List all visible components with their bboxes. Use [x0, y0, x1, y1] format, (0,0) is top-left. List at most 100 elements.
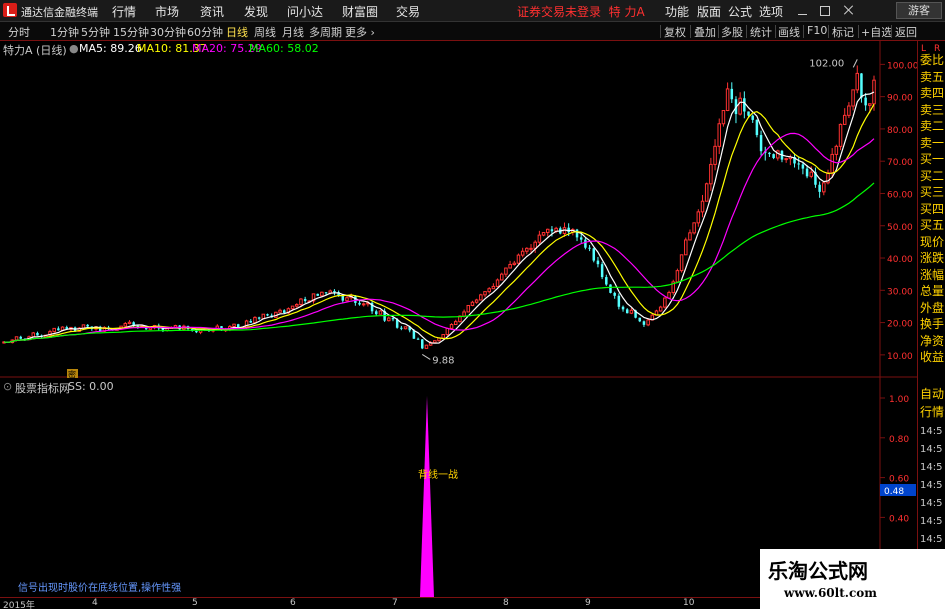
date-label: 2015年 — [3, 601, 35, 609]
side-item-0[interactable]: 委比 — [920, 51, 944, 68]
candle-body — [433, 340, 437, 344]
watermark-url: www.60lt.com — [784, 586, 877, 600]
tool-overlay[interactable]: 叠加 — [694, 24, 716, 40]
candle-body — [855, 72, 860, 91]
period-weekly[interactable]: 周线 — [254, 24, 276, 40]
period-daily[interactable]: 日线 — [226, 24, 248, 40]
menu-item-trade[interactable]: 交易 — [396, 3, 420, 20]
candle-body — [617, 295, 621, 307]
tool-statistics[interactable]: 统计 — [750, 24, 772, 40]
tool-fuquan[interactable]: 复权 — [664, 24, 686, 40]
menu-bar: 通达信金融终端 行情 市场 资讯 发现 问小达 财富圈 交易 证券交易未登录 特… — [0, 0, 945, 22]
menu-layout[interactable]: 版面 — [697, 3, 721, 20]
side-auto[interactable]: 自动 — [920, 385, 944, 402]
side-item-13[interactable]: 涨幅 — [920, 266, 944, 283]
candle-body — [675, 270, 680, 283]
menu-item-wealth-circle[interactable]: 财富圈 — [342, 3, 378, 20]
candle-body — [747, 111, 750, 116]
side-item-14[interactable]: 总量 — [920, 282, 944, 299]
candle-body — [375, 311, 378, 315]
candle-body — [550, 229, 554, 232]
candle-body — [730, 88, 734, 100]
candle-body — [613, 292, 616, 296]
candle-body — [600, 264, 604, 278]
side-item-8[interactable]: 买三 — [920, 183, 944, 200]
side-item-6[interactable]: 买一 — [920, 150, 944, 167]
period-15min[interactable]: 15分钟 — [113, 24, 149, 40]
period-multi[interactable]: 多周期 — [309, 24, 342, 40]
candle-body — [838, 123, 843, 147]
menu-item-market[interactable]: 市场 — [155, 3, 179, 20]
menu-options[interactable]: 选项 — [759, 3, 783, 20]
guest-button[interactable]: 游客 — [896, 2, 942, 19]
side-item-2[interactable]: 卖四 — [920, 84, 944, 101]
side-item-5[interactable]: 卖一 — [920, 134, 944, 151]
period-1min[interactable]: 1分钟 — [50, 24, 79, 40]
candle-body — [684, 239, 688, 256]
menu-item-hangqing[interactable]: 行情 — [112, 3, 136, 20]
period-intraday[interactable]: 分时 — [8, 24, 30, 40]
candle-body — [86, 324, 89, 327]
side-item-10[interactable]: 买五 — [920, 216, 944, 233]
price-chart[interactable]: 100.00 90.00 80.00 70.00 60.00 50.00 40.00 30.0… — [0, 41, 917, 378]
side-item-15[interactable]: 外盘 — [920, 299, 944, 316]
candle-body — [387, 317, 391, 322]
price-tick-label: 80.00 — [887, 126, 913, 136]
minimize-icon[interactable] — [796, 4, 810, 18]
menu-item-news[interactable]: 资讯 — [200, 3, 224, 20]
side-quote[interactable]: 行情 — [920, 403, 944, 420]
side-item-1[interactable]: 卖五 — [920, 68, 944, 85]
candle-body — [195, 330, 198, 333]
date-label: 8 — [503, 598, 509, 608]
candle-body — [333, 290, 336, 293]
side-item-4[interactable]: 卖二 — [920, 117, 944, 134]
candle-body — [797, 163, 800, 165]
candle-body — [545, 228, 550, 234]
candle-body — [491, 285, 496, 290]
period-5min[interactable]: 5分钟 — [81, 24, 110, 40]
side-item-18[interactable]: 收益 — [920, 348, 944, 365]
candle-body — [449, 324, 454, 329]
candle-body — [282, 310, 286, 313]
candle-body — [354, 296, 357, 303]
maximize-icon[interactable] — [818, 4, 832, 18]
indicator-settings-icon[interactable]: ⊙ — [3, 380, 12, 393]
tool-mark[interactable]: 标记 — [832, 24, 854, 40]
side-item-3[interactable]: 卖三 — [920, 101, 944, 118]
tool-f10[interactable]: F10 — [807, 24, 827, 37]
candle-body — [303, 299, 307, 301]
menu-function[interactable]: 功能 — [665, 3, 689, 20]
candle-body — [483, 291, 487, 296]
indicator-name[interactable]: 股票指标网 — [15, 380, 70, 396]
period-toolbar: 分时 1分钟 5分钟 15分钟 30分钟 60分钟 日线 周线 月线 多周期 更… — [0, 22, 945, 41]
tool-multistock[interactable]: 多股 — [721, 24, 743, 40]
menu-item-ask[interactable]: 问小达 — [287, 3, 323, 20]
period-30min[interactable]: 30分钟 — [150, 24, 186, 40]
side-item-12[interactable]: 涨跌 — [920, 249, 944, 266]
tool-add-watchlist[interactable]: +自选 — [861, 24, 892, 40]
candle-body — [688, 232, 692, 241]
candle-body — [424, 344, 429, 349]
side-item-16[interactable]: 换手 — [920, 315, 944, 332]
candle-body — [537, 234, 542, 243]
candle-body — [822, 182, 826, 193]
menu-formula[interactable]: 公式 — [728, 3, 752, 20]
period-60min[interactable]: 60分钟 — [187, 24, 223, 40]
period-more[interactable]: 更多 › — [345, 24, 375, 40]
tool-draw[interactable]: 画线 — [778, 24, 800, 40]
side-item-9[interactable]: 买四 — [920, 200, 944, 217]
legend-dot-icon: ● — [69, 42, 79, 55]
side-item-17[interactable]: 净资 — [920, 332, 944, 349]
side-item-7[interactable]: 买二 — [920, 167, 944, 184]
close-icon[interactable] — [842, 4, 856, 18]
candle-body — [19, 336, 22, 339]
candle-body — [266, 314, 269, 316]
menu-item-discover[interactable]: 发现 — [244, 3, 268, 20]
side-item-11[interactable]: 现价 — [920, 233, 944, 250]
period-monthly[interactable]: 月线 — [282, 24, 304, 40]
tool-back[interactable]: 返回 — [895, 24, 917, 40]
login-warning[interactable]: 证券交易未登录 特 力A — [517, 3, 645, 20]
candle-body — [700, 200, 705, 213]
candle-body — [52, 327, 56, 333]
signal-annotation: 背线一战 — [418, 468, 458, 481]
